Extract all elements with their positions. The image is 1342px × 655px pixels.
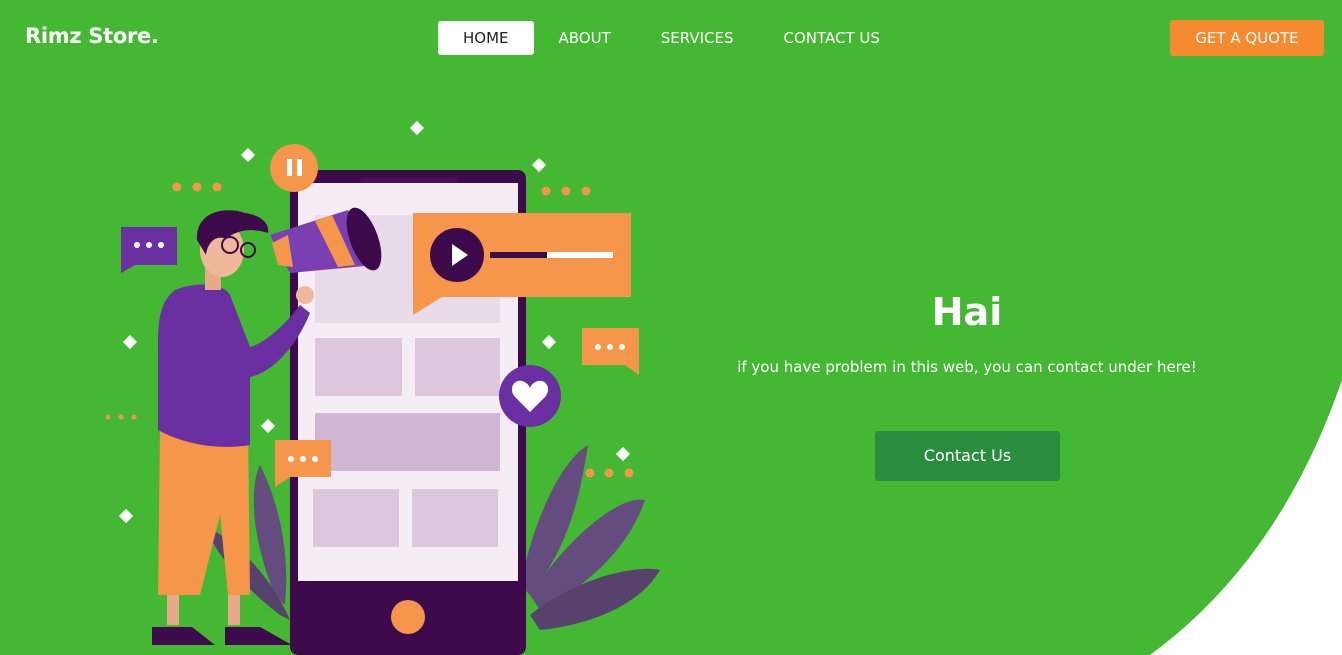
nav-link-about[interactable]: ABOUT [534, 21, 636, 55]
get-quote-button[interactable]: GET A QUOTE [1170, 20, 1324, 56]
nav-link-home[interactable]: HOME [438, 21, 534, 55]
hero-subtitle: if you have problem in this web, you can… [737, 358, 1197, 376]
nav-link-services[interactable]: SERVICES [636, 21, 759, 55]
person-figure [152, 210, 314, 645]
navbar: Rimz Store. HOME ABOUT SERVICES CONTACT … [0, 0, 1342, 76]
hero-title: Hai [931, 290, 1003, 334]
hero-illustration [105, 120, 660, 655]
nav-links: HOME ABOUT SERVICES CONTACT US [438, 21, 905, 55]
pause-icon [270, 144, 318, 192]
brand-logo[interactable]: Rimz Store. [25, 24, 159, 48]
nav-link-contact[interactable]: CONTACT US [759, 21, 905, 55]
heart-icon [499, 365, 561, 427]
contact-us-button[interactable]: Contact Us [875, 431, 1060, 481]
